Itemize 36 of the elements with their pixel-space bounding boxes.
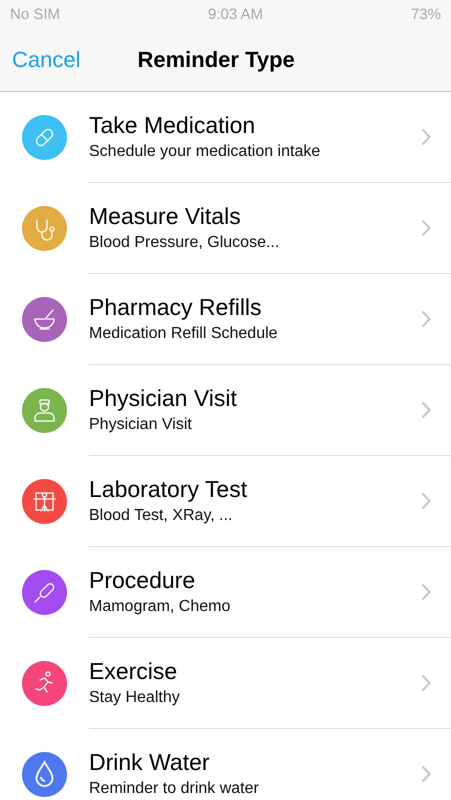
item-title: Physician Visit [89, 384, 237, 412]
list-item[interactable]: Exercise Stay Healthy [0, 638, 451, 729]
item-subtitle: Physician Visit [89, 416, 192, 434]
time-label: 9:03 AM [208, 6, 264, 22]
list-item[interactable]: Laboratory Test Blood Test, XRay, ... [0, 456, 451, 547]
item-title: Drink Water [89, 749, 210, 776]
list-item[interactable]: Drink Water Reminder to drink water [0, 729, 451, 800]
item-subtitle: Schedule your medication intake [89, 142, 320, 160]
battery-label: 73% [410, 6, 441, 22]
carrier-label: No SIM [10, 6, 60, 22]
item-subtitle: Medication Refill Schedule [89, 324, 278, 342]
chevron-icon [421, 492, 431, 510]
item-subtitle: Reminder to drink water [89, 780, 259, 798]
item-subtitle: Mamogram, Chemo [89, 598, 230, 616]
list-item[interactable]: Measure Vitals Blood Pressure, Glucose... [0, 183, 451, 274]
list-item[interactable]: Take Medication Schedule your medication intake [0, 92, 451, 183]
list-item[interactable]: Physician Visit Physician Visit [0, 365, 451, 456]
chevron-icon [421, 401, 431, 419]
item-title: Measure Vitals [89, 202, 241, 230]
chevron-icon [421, 219, 431, 237]
item-subtitle: Blood Pressure, Glucose... [89, 234, 280, 252]
item-subtitle: Stay Healthy [89, 688, 180, 706]
chevron-icon [421, 128, 431, 146]
chevron-icon [421, 583, 431, 601]
item-title: Exercise [89, 658, 178, 684]
item-subtitle: Blood Test, XRay, ... [89, 506, 232, 524]
item-title: Pharmacy Refills [89, 294, 262, 320]
chevron-icon [421, 674, 431, 692]
item-title: Take Medication [89, 112, 256, 138]
chevron-icon [421, 310, 431, 328]
list-item[interactable]: Pharmacy Refills Medication Refill Schedule [0, 274, 451, 365]
list-item[interactable]: Procedure Mamogram, Chemo [0, 547, 451, 638]
item-title: Procedure [89, 566, 196, 594]
screen-title: Reminder Type [137, 46, 295, 72]
chevron-icon [421, 765, 431, 783]
item-title: Laboratory Test [89, 476, 248, 502]
